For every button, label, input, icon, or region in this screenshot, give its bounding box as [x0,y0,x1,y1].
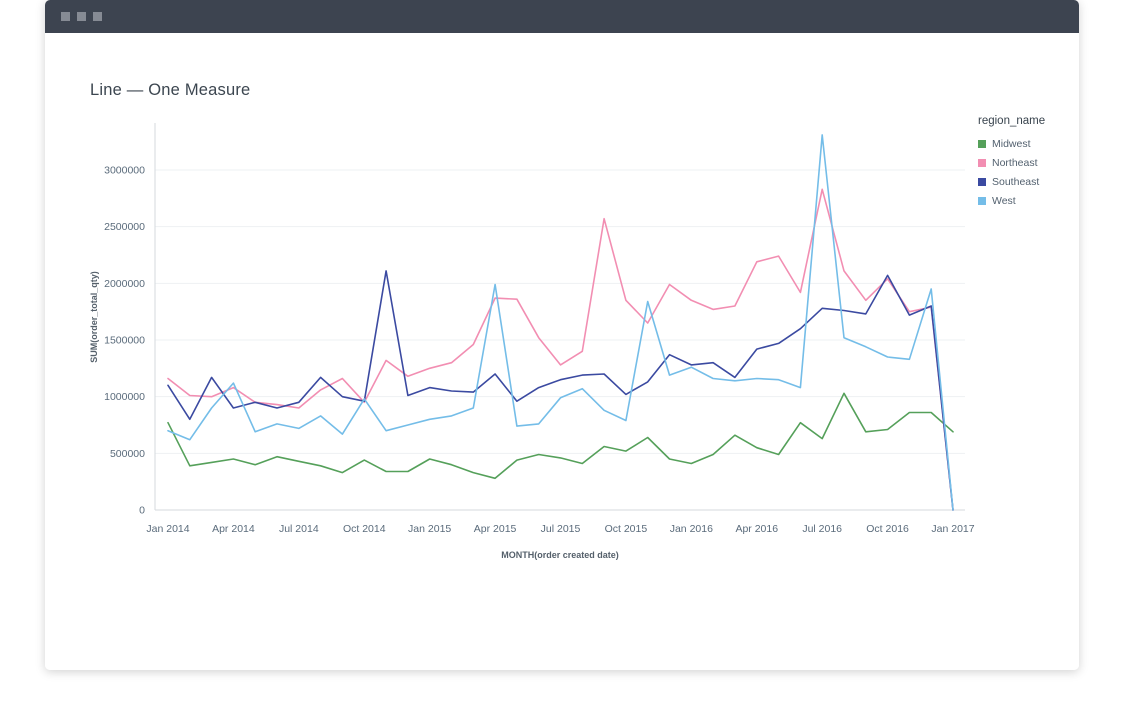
legend-item-midwest[interactable]: Midwest [978,138,1078,150]
x-tick-label: Jan 2014 [146,523,189,535]
legend-label: West [992,195,1016,207]
legend-title: region_name [978,115,1078,127]
y-tick-label: 1000000 [104,391,145,403]
legend-label: Southeast [992,176,1039,188]
y-tick-label: 2000000 [104,278,145,290]
legend-items: Midwest Northeast Southeast West [978,138,1078,207]
legend-item-west[interactable]: West [978,195,1078,207]
x-tick-label: Apr 2014 [212,523,255,535]
legend-label: Northeast [992,157,1038,169]
y-tick-label: 1500000 [104,335,145,347]
y-tick-label: 0 [139,505,145,517]
browser-window: Line — One Measure 0 500000 1000000 1500000… [45,0,1079,670]
y-tick-label: 2500000 [104,221,145,233]
series-line-northeast[interactable] [168,189,953,510]
window-control-icon[interactable] [77,12,86,21]
chart-title: Line — One Measure [90,81,250,100]
window-control-icon[interactable] [61,12,70,21]
x-tick-label: Oct 2015 [605,523,648,535]
x-tick-label: Oct 2014 [343,523,386,535]
x-tick-label: Jul 2015 [541,523,581,535]
x-tick-label: Jul 2014 [279,523,319,535]
legend-swatch-icon [978,140,986,148]
line-chart[interactable]: 0 500000 1000000 1500000 2000000 2500000 30000… [85,105,990,580]
x-tick-label: Jul 2016 [802,523,842,535]
x-axis-label: MONTH(order created date) [501,550,619,560]
legend-swatch-icon [978,159,986,167]
x-tick-label: Apr 2016 [735,523,778,535]
legend-swatch-icon [978,197,986,205]
x-tick-label: Jan 2015 [408,523,451,535]
y-axis-label: SUM(order_total_qty) [89,271,99,363]
x-tick-label: Oct 2016 [866,523,909,535]
legend-item-northeast[interactable]: Northeast [978,157,1078,169]
window-control-icon[interactable] [93,12,102,21]
y-tick-label: 3000000 [104,165,145,177]
x-tick-label: Apr 2015 [474,523,517,535]
window-titlebar [45,0,1079,33]
series-line-southeast[interactable] [168,271,953,510]
x-tick-label: Jan 2017 [931,523,974,535]
legend-swatch-icon [978,178,986,186]
legend: region_name Midwest Northeast Southeast Wes… [978,115,1078,214]
y-tick-label: 500000 [110,448,145,460]
x-tick-label: Jan 2016 [670,523,713,535]
legend-item-southeast[interactable]: Southeast [978,176,1078,188]
page-content: Line — One Measure 0 500000 1000000 1500000… [45,33,1079,670]
legend-label: Midwest [992,138,1031,150]
